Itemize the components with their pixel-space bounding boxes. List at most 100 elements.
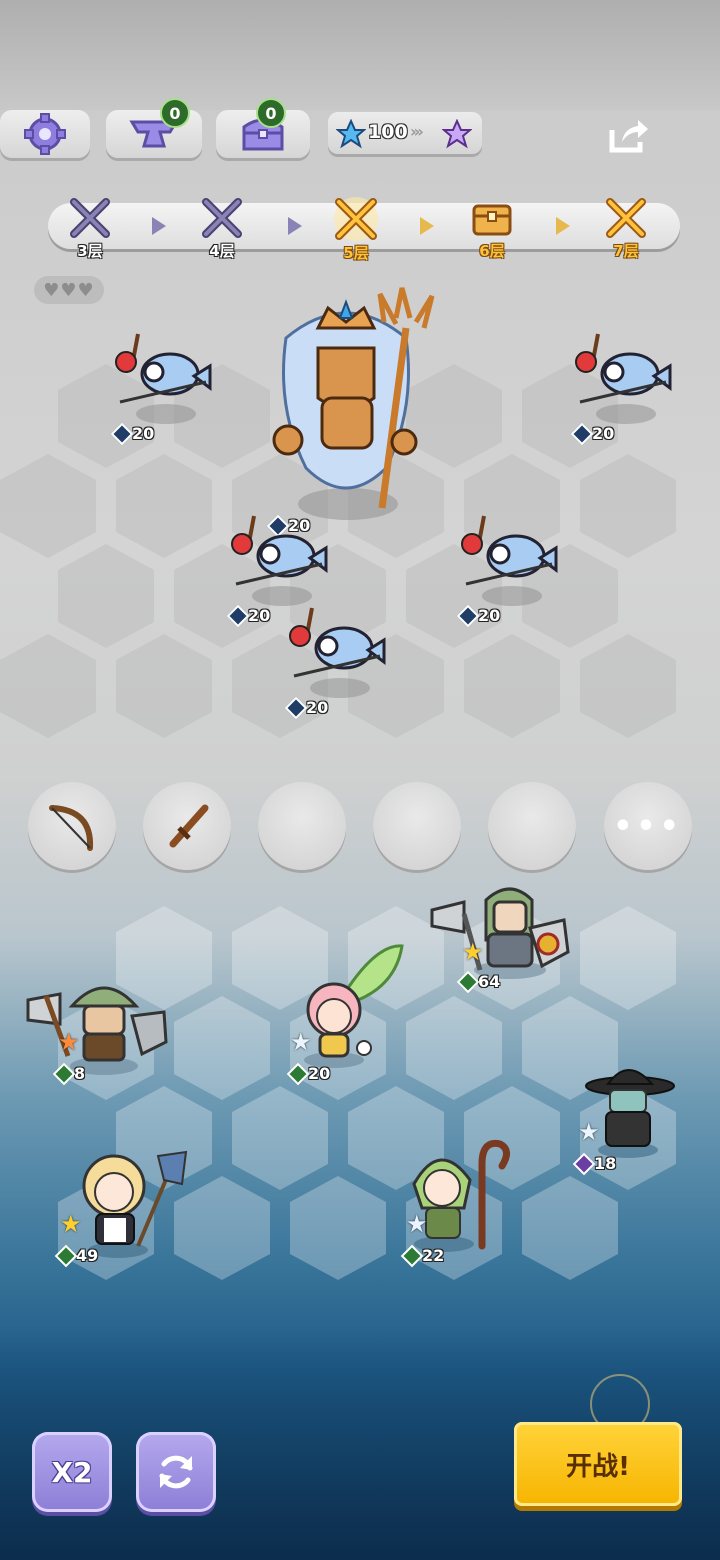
refresh-icon	[159, 1455, 193, 1489]
white-star-icon: ★	[578, 1118, 600, 1146]
anvil-button[interactable]: 0	[106, 98, 202, 158]
enemy-fish-knight[interactable]	[110, 326, 214, 434]
floor-label: 5层	[343, 244, 369, 262]
white-star-icon: ★	[406, 1210, 428, 1238]
lives-indicator: ♥♥♥	[34, 276, 104, 304]
enemy-fish-knight[interactable]	[284, 600, 388, 708]
gold-star-icon: ★	[60, 1210, 82, 1238]
floor-arrow	[556, 217, 570, 235]
hex-cell[interactable]	[580, 906, 676, 1010]
hex-cell[interactable]	[232, 1086, 328, 1190]
speed-x2-button[interactable]: X2	[32, 1432, 112, 1512]
mushroom-warrior-sprite	[26, 986, 168, 1075]
purple-star-icon	[442, 119, 472, 149]
item-slot-empty[interactable]	[373, 782, 461, 870]
hex-cell[interactable]	[0, 454, 96, 558]
hex-cell[interactable]	[174, 996, 270, 1100]
hero-level-tag: 49	[54, 1244, 98, 1267]
enemy-fish-knight[interactable]	[456, 508, 560, 616]
item-slot-empty[interactable]	[488, 782, 576, 870]
dagger-icon	[169, 804, 209, 848]
hero-level-tag: 18	[572, 1152, 616, 1175]
hero-staff-elf[interactable]	[404, 1134, 514, 1258]
floor-4: 4层	[192, 196, 252, 261]
white-star-icon: ★	[290, 1028, 312, 1056]
enemy-sea-king-boss[interactable]	[256, 278, 466, 532]
enemy-level-tag: 20	[226, 604, 270, 627]
floor-label: 7层	[613, 242, 639, 260]
top-ruins-decoration	[0, 0, 720, 110]
item-slot-bow[interactable]	[28, 782, 116, 870]
refresh-button[interactable]	[136, 1432, 216, 1512]
hex-cell[interactable]	[0, 634, 96, 738]
enemy-level-tag: 20	[456, 604, 500, 627]
floor-label: 3层	[77, 242, 103, 260]
hex-cell[interactable]	[58, 544, 154, 648]
gold-star-icon: ★	[462, 938, 484, 966]
hex-cell[interactable]	[406, 996, 502, 1100]
more-dots-icon: •••	[613, 808, 683, 844]
hearts-icon: ♥♥♥	[43, 279, 95, 301]
hero-level-tag: 8	[52, 1062, 85, 1085]
enemy-fish-knight[interactable]	[570, 326, 674, 434]
level-diamond-icon	[456, 604, 480, 627]
hero-level-tag: 20	[286, 1062, 330, 1085]
hex-cell[interactable]	[522, 1176, 618, 1280]
level-diamond-icon	[110, 422, 134, 445]
blue-star-icon	[336, 119, 366, 149]
more-items-button[interactable]: •••	[604, 782, 692, 870]
anvil-count-badge: 0	[160, 98, 190, 128]
fish-knight-sprite	[231, 515, 328, 606]
enemy-level-tag: 20	[110, 422, 154, 445]
floor-arrow	[288, 217, 302, 235]
hero-level-tag: 22	[400, 1244, 444, 1267]
treasure-chest-icon	[472, 204, 512, 236]
hero-green-knight[interactable]	[424, 880, 574, 984]
share-icon	[609, 120, 648, 153]
floor-3: 3层	[60, 196, 120, 261]
settings-button[interactable]	[0, 110, 90, 158]
floor-7: 7层	[596, 196, 656, 261]
floor-5-current: 5层	[326, 196, 386, 263]
bow-icon	[49, 805, 94, 851]
hex-cell[interactable]	[580, 454, 676, 558]
floor-6-chest: 6层	[462, 196, 522, 261]
hex-cell[interactable]	[116, 634, 212, 738]
fish-knight-sprite	[289, 607, 386, 698]
hex-cell[interactable]	[290, 1176, 386, 1280]
start-battle-button[interactable]: 开战!	[514, 1422, 682, 1506]
floor-arrow	[420, 217, 434, 235]
level-diamond-icon	[284, 696, 308, 719]
speed-label: X2	[51, 1455, 93, 1489]
floor-label: 4层	[209, 242, 235, 260]
hex-cell[interactable]	[116, 454, 212, 558]
level-diamond-icon	[52, 1062, 76, 1085]
chest-button[interactable]: 0	[216, 98, 310, 158]
enemy-level-tag: 20	[284, 696, 328, 719]
hero-mushroom-warrior[interactable]	[24, 976, 174, 1080]
level-diamond-icon	[400, 1244, 424, 1267]
chest-count-badge: 0	[256, 98, 286, 128]
crossed-swords-icon	[606, 198, 646, 238]
orange-star-icon: ★	[58, 1028, 80, 1056]
maid-sprite	[82, 1150, 188, 1258]
green-knight-sprite	[430, 887, 570, 979]
fish-knight-sprite	[575, 333, 672, 424]
crossed-swords-icon	[202, 198, 242, 238]
level-diamond-icon	[54, 1244, 78, 1267]
share-button[interactable]	[606, 116, 650, 156]
hex-cell[interactable]	[464, 634, 560, 738]
level-diamond-icon	[456, 970, 480, 993]
crossed-swords-icon	[70, 198, 110, 238]
star-count: 100	[368, 121, 408, 143]
item-slot-dagger[interactable]	[143, 782, 231, 870]
hex-cell[interactable]	[580, 634, 676, 738]
hero-hat-mage[interactable]	[580, 1060, 676, 1164]
gear-icon	[24, 113, 66, 155]
crossed-swords-icon	[334, 197, 378, 241]
item-slot-empty[interactable]	[258, 782, 346, 870]
level-diamond-icon	[286, 1062, 310, 1085]
enemy-level-tag: 20	[570, 422, 614, 445]
floor-arrow	[152, 217, 166, 235]
level-diamond-icon	[570, 422, 594, 445]
